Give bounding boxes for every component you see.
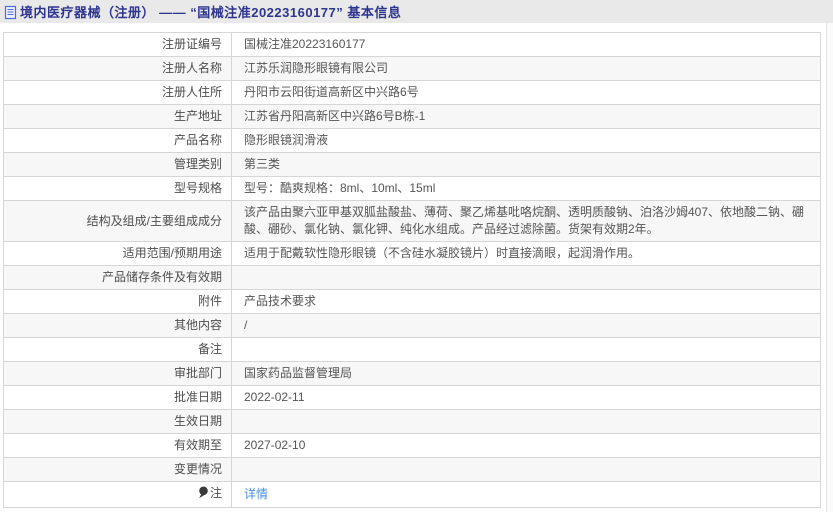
row-value: 适用于配戴软性隐形眼镜（不含硅水凝胶镜片）时直接滴眼，起润滑作用。 — [231, 241, 821, 266]
row-label: 备注 — [3, 337, 232, 362]
row-value: 第三类 — [231, 152, 821, 177]
row-value: 型号：酷爽规格：8ml、10ml、15ml — [231, 176, 821, 201]
table-row: 注册人名称 江苏乐润隐形眼镜有限公司 — [3, 56, 821, 81]
row-label: 管理类别 — [3, 152, 232, 177]
note-pin-icon — [198, 486, 209, 504]
row-label: 生产地址 — [3, 104, 232, 129]
document-icon — [4, 5, 17, 20]
detail-link[interactable]: 详情 — [244, 487, 268, 501]
table-row: 生效日期 — [3, 409, 821, 434]
row-value — [231, 457, 821, 482]
row-value: 国家药品监督管理局 — [231, 361, 821, 386]
table-row: 注册人住所 丹阳市云阳街道高新区中兴路6号 — [3, 80, 821, 105]
row-value — [231, 337, 821, 362]
table-row: 审批部门 国家药品监督管理局 — [3, 361, 821, 386]
page-header: 境内医疗器械（注册） —— “国械注准20223160177” 基本信息 — [0, 0, 833, 23]
row-value: 详情 — [231, 481, 821, 508]
note-label-text: 注 — [209, 486, 222, 500]
table-row: 批准日期 2022-02-11 — [3, 385, 821, 410]
row-value: 江苏乐润隐形眼镜有限公司 — [231, 56, 821, 81]
table-row: 型号规格 型号：酷爽规格：8ml、10ml、15ml — [3, 176, 821, 201]
row-label: 注册证编号 — [3, 32, 232, 57]
row-label: 结构及组成/主要组成成分 — [3, 200, 232, 242]
table-row-composition: 结构及组成/主要组成成分 该产品由聚六亚甲基双胍盐酸盐、薄荷、聚乙烯基吡咯烷酮、… — [3, 200, 821, 242]
table-row: 变更情况 — [3, 457, 821, 482]
row-label: 适用范围/预期用途 — [3, 241, 232, 266]
row-label: 型号规格 — [3, 176, 232, 201]
row-value: 2022-02-11 — [231, 385, 821, 410]
row-value: / — [231, 313, 821, 338]
table-row: 备注 — [3, 337, 821, 362]
row-value: 该产品由聚六亚甲基双胍盐酸盐、薄荷、聚乙烯基吡咯烷酮、透明质酸钠、泊洛沙姆407… — [231, 200, 821, 242]
row-label: 注册人住所 — [3, 80, 232, 105]
table-row: 有效期至 2027-02-10 — [3, 433, 821, 458]
table-row: 产品储存条件及有效期 — [3, 265, 821, 290]
row-value: 江苏省丹阳高新区中兴路6号B栋-1 — [231, 104, 821, 129]
row-label: 生效日期 — [3, 409, 232, 434]
table-row-note: 注 详情 — [3, 481, 821, 508]
registration-info-table: 注册证编号 国械注准20223160177 注册人名称 江苏乐润隐形眼镜有限公司… — [3, 32, 821, 508]
row-value: 隐形眼镜润滑液 — [231, 128, 821, 153]
table-row: 其他内容 / — [3, 313, 821, 338]
row-value — [231, 265, 821, 290]
row-label: 产品储存条件及有效期 — [3, 265, 232, 290]
table-row: 管理类别 第三类 — [3, 152, 821, 177]
row-value: 2027-02-10 — [231, 433, 821, 458]
row-value: 丹阳市云阳街道高新区中兴路6号 — [231, 80, 821, 105]
row-value — [231, 409, 821, 434]
row-label: 审批部门 — [3, 361, 232, 386]
row-label: 有效期至 — [3, 433, 232, 458]
row-label: 附件 — [3, 289, 232, 314]
row-label: 其他内容 — [3, 313, 232, 338]
row-label: 产品名称 — [3, 128, 232, 153]
row-label: 注 — [3, 481, 232, 508]
table-row: 附件 产品技术要求 — [3, 289, 821, 314]
row-value: 国械注准20223160177 — [231, 32, 821, 57]
row-label: 变更情况 — [3, 457, 232, 482]
table-row: 产品名称 隐形眼镜润滑液 — [3, 128, 821, 153]
table-row: 注册证编号 国械注准20223160177 — [3, 32, 821, 57]
table-row: 生产地址 江苏省丹阳高新区中兴路6号B栋-1 — [3, 104, 821, 129]
row-label: 批准日期 — [3, 385, 232, 410]
row-label: 注册人名称 — [3, 56, 232, 81]
page-title: 境内医疗器械（注册） —— “国械注准20223160177” 基本信息 — [20, 5, 402, 20]
table-row: 适用范围/预期用途 适用于配戴软性隐形眼镜（不含硅水凝胶镜片）时直接滴眼，起润滑… — [3, 241, 821, 266]
row-value: 产品技术要求 — [231, 289, 821, 314]
scrollbar[interactable] — [826, 23, 833, 512]
